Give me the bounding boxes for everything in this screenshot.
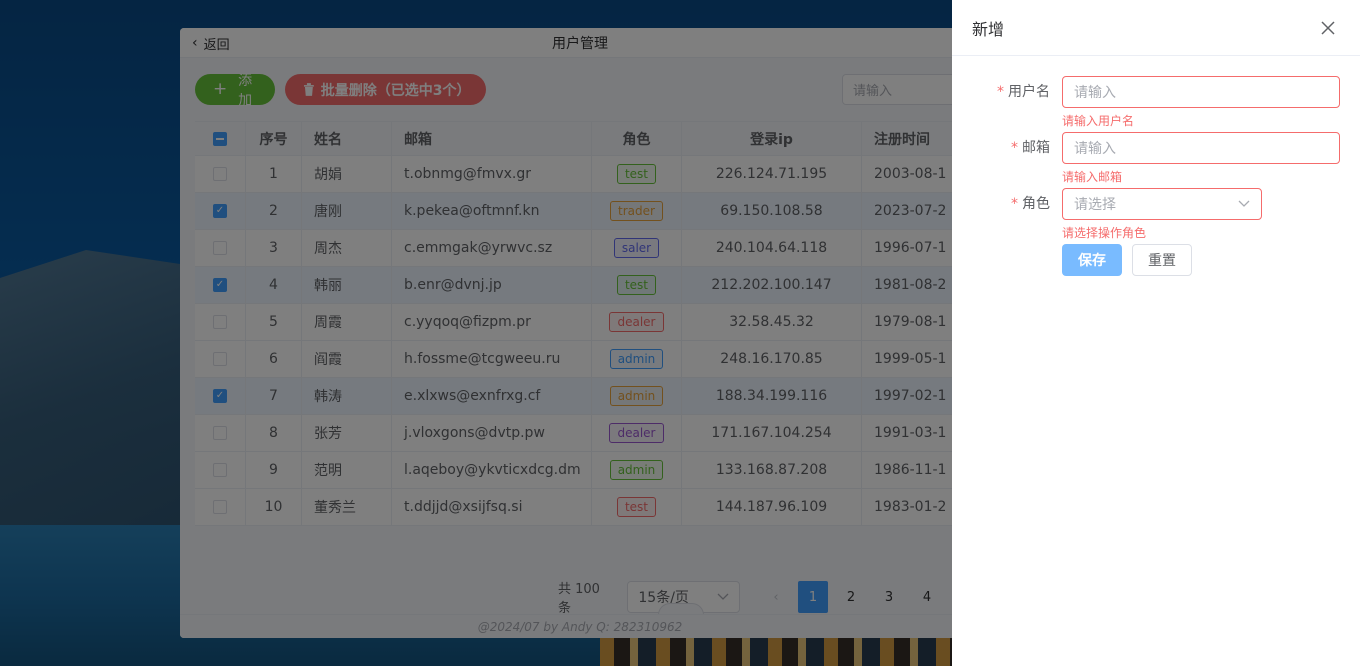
role-select[interactable]: 请选择 (1062, 188, 1262, 220)
chevron-down-icon (1238, 200, 1250, 207)
add-user-form: * 用户名 请输入 请输入用户名 * 邮箱 请输入 请输入邮箱 * 角色 请选择 请选… (952, 76, 1360, 276)
save-button[interactable]: 保存 (1062, 244, 1122, 276)
form-actions: 保存 重置 (1062, 244, 1192, 276)
email-error: 请输入邮箱 (1062, 170, 1123, 184)
role-placeholder: 请选择 (1074, 197, 1116, 213)
email-input[interactable]: 请输入 (1062, 132, 1340, 164)
username-label: * 用户名 (997, 84, 1050, 100)
form-item-role: * 角色 请选择 请选择操作角色 (952, 188, 1360, 244)
role-label: * 角色 (1011, 196, 1050, 212)
add-drawer: 新增 * 用户名 请输入 请输入用户名 * 邮箱 请输入 请输入邮箱 * 角色 请选择… (952, 0, 1360, 666)
username-input[interactable]: 请输入 (1062, 76, 1340, 108)
form-item-username: * 用户名 请输入 请输入用户名 (952, 76, 1360, 132)
close-icon[interactable] (1318, 18, 1338, 38)
modal-overlay[interactable] (0, 0, 952, 666)
reset-button[interactable]: 重置 (1132, 244, 1192, 276)
role-error: 请选择操作角色 (1062, 226, 1147, 240)
email-label: * 邮箱 (1011, 140, 1050, 156)
form-item-email: * 邮箱 请输入 请输入邮箱 (952, 132, 1360, 188)
drawer-title: 新增 (972, 19, 1005, 39)
drawer-header: 新增 (952, 0, 1360, 56)
username-error: 请输入用户名 (1062, 114, 1135, 128)
